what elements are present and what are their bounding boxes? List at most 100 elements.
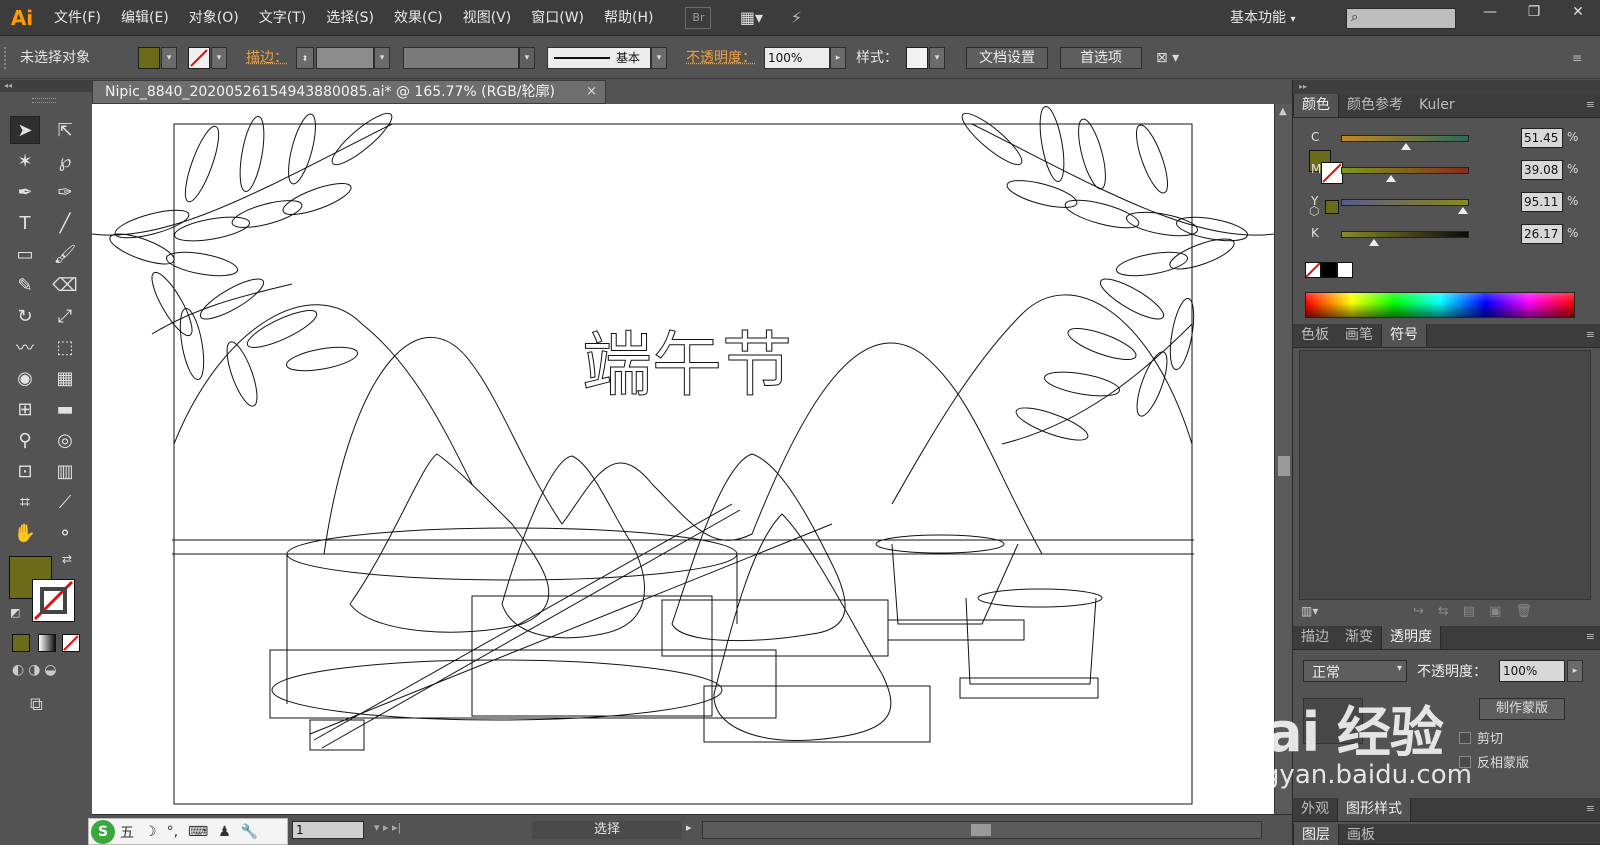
- free-transform-tool-icon[interactable]: ⬚: [50, 333, 80, 361]
- lasso-tool-icon[interactable]: ℘: [50, 147, 80, 175]
- rotate-tool-icon[interactable]: ↻: [10, 302, 40, 330]
- workspace-switcher[interactable]: 基本功能 ▾: [1230, 0, 1295, 36]
- column-graph-tool-icon[interactable]: ▥: [50, 457, 80, 485]
- yellow-slider[interactable]: Y 95.11 %: [1311, 192, 1596, 214]
- minimize-button[interactable]: —: [1468, 0, 1512, 24]
- variable-width-profile[interactable]: [403, 47, 519, 69]
- direct-selection-tool-icon[interactable]: ⇱: [50, 116, 80, 144]
- screen-mode-icon[interactable]: ⧉: [30, 694, 43, 715]
- stroke-weight-input[interactable]: [316, 47, 374, 69]
- tab-artboards[interactable]: 画板: [1339, 824, 1383, 845]
- panel-opacity-input[interactable]: 100%: [1499, 660, 1565, 682]
- ime-toolbar[interactable]: S 五 ☽ °, ⌨ ♟ 🔧: [88, 818, 288, 845]
- menu-type[interactable]: 文字(T): [249, 0, 316, 36]
- draw-mode-icons[interactable]: ◐◑◒: [12, 662, 61, 678]
- magenta-value[interactable]: 39.08: [1521, 160, 1563, 180]
- close-button[interactable]: ✕: [1556, 0, 1600, 24]
- symbols-panel-menu-icon[interactable]: ≡: [1586, 328, 1595, 341]
- make-mask-button[interactable]: 制作蒙版: [1479, 698, 1565, 720]
- ime-tools-icon[interactable]: 🔧: [236, 824, 263, 840]
- tab-brushes[interactable]: 画笔: [1337, 324, 1381, 347]
- magenta-knob[interactable]: [1385, 175, 1396, 182]
- status-arrow-icon[interactable]: ▸: [686, 821, 692, 834]
- color-mode-button[interactable]: [12, 634, 30, 652]
- warp-tool-icon[interactable]: 〰: [10, 333, 40, 361]
- opacity-input[interactable]: 100%: [764, 47, 830, 69]
- stroke-swatch[interactable]: [188, 47, 210, 69]
- yellow-knob[interactable]: [1457, 207, 1468, 214]
- document-setup-button[interactable]: 文档设置: [966, 47, 1048, 69]
- selection-tool-icon[interactable]: ➤: [10, 116, 40, 144]
- type-tool-icon[interactable]: T: [10, 209, 40, 237]
- ime-punctuation-icon[interactable]: °,: [162, 824, 183, 840]
- status-text[interactable]: 选择: [532, 821, 682, 839]
- opacity-label[interactable]: 不透明度：: [686, 47, 756, 69]
- artboard-navigation-input[interactable]: 1: [292, 821, 364, 839]
- none-mode-button[interactable]: [62, 634, 80, 652]
- transparency-panel-menu-icon[interactable]: ≡: [1586, 630, 1595, 643]
- appearance-panel-menu-icon[interactable]: ≡: [1586, 802, 1595, 815]
- preferences-button[interactable]: 首选项: [1060, 47, 1142, 69]
- ime-mode[interactable]: 五: [115, 822, 139, 842]
- color-spectrum[interactable]: [1305, 292, 1575, 318]
- perspective-grid-tool-icon[interactable]: ▦: [50, 364, 80, 392]
- stroke-weight-stepper[interactable]: ⬍: [296, 47, 314, 69]
- tab-symbols[interactable]: 符号: [1381, 324, 1427, 347]
- menu-edit[interactable]: 编辑(E): [111, 0, 179, 36]
- menu-select[interactable]: 选择(S): [316, 0, 384, 36]
- magenta-track[interactable]: [1341, 167, 1469, 174]
- black-track[interactable]: [1341, 231, 1469, 238]
- document-tab[interactable]: Nipic_8840_20200526154943880085.ai* @ 16…: [92, 80, 606, 104]
- cyan-knob[interactable]: [1401, 143, 1412, 150]
- curvature-tool-icon[interactable]: ✑: [50, 178, 80, 206]
- tab-graphic-styles[interactable]: 图形样式: [1337, 798, 1411, 821]
- ime-moon-icon[interactable]: ☽: [139, 824, 162, 840]
- menu-object[interactable]: 对象(O): [179, 0, 249, 36]
- magic-wand-tool-icon[interactable]: ✶: [10, 147, 40, 175]
- symbol-libraries-icon[interactable]: ▥▾: [1301, 604, 1318, 618]
- opacity-dropdown[interactable]: ▸: [830, 47, 846, 69]
- vertical-scrollbar[interactable]: ▲: [1274, 104, 1292, 814]
- gradient-tool-icon[interactable]: ▬: [50, 395, 80, 423]
- ime-logo[interactable]: S: [91, 819, 115, 844]
- tab-color[interactable]: 颜色: [1293, 94, 1339, 117]
- menu-window[interactable]: 窗口(W): [521, 0, 594, 36]
- maximize-button[interactable]: ❐: [1512, 0, 1556, 24]
- fill-dropdown[interactable]: ▾: [161, 47, 177, 69]
- invert-mask-checkbox[interactable]: [1459, 756, 1471, 768]
- black-value[interactable]: 26.17: [1521, 224, 1563, 244]
- graphic-style-dropdown[interactable]: ▾: [929, 47, 945, 69]
- canvas[interactable]: 端午节: [92, 104, 1274, 814]
- stroke-weight-dropdown[interactable]: ▾: [374, 47, 390, 69]
- black-slider[interactable]: K 26.17 %: [1311, 224, 1596, 246]
- horizontal-scroll-thumb[interactable]: [971, 824, 991, 836]
- shape-builder-tool-icon[interactable]: ◉: [10, 364, 40, 392]
- yellow-value[interactable]: 95.11: [1521, 192, 1563, 212]
- scale-tool-icon[interactable]: ⤢: [50, 302, 80, 330]
- brush-dropdown[interactable]: ▾: [651, 47, 667, 69]
- white-color-swatch[interactable]: [1337, 262, 1353, 278]
- brush-definition[interactable]: 基本: [547, 47, 651, 69]
- mesh-tool-icon[interactable]: ⊞: [10, 395, 40, 423]
- menu-file[interactable]: 文件(F): [44, 0, 111, 36]
- symbol-sprayer-tool-icon[interactable]: ⊡: [10, 457, 40, 485]
- blend-tool-icon[interactable]: ◎: [50, 426, 80, 454]
- slice-tool-icon[interactable]: ⟋: [50, 488, 80, 516]
- magenta-slider[interactable]: M 39.08 %: [1311, 160, 1596, 182]
- artboard-nav-arrows[interactable]: ▾ ▸ ▸|: [374, 821, 401, 834]
- profile-dropdown[interactable]: ▾: [519, 47, 535, 69]
- ime-keyboard-icon[interactable]: ⌨: [183, 824, 213, 840]
- pencil-tool-icon[interactable]: ✎: [10, 271, 40, 299]
- symbol-actions-icons[interactable]: ↪⇆▤▣🗑: [1413, 604, 1546, 619]
- scroll-up-icon[interactable]: ▲: [1279, 106, 1287, 117]
- help-search-input[interactable]: ⌕: [1346, 8, 1456, 29]
- panels-header[interactable]: ▸▸: [1293, 80, 1600, 94]
- ime-skin-icon[interactable]: ♟: [213, 824, 236, 840]
- tab-color-guide[interactable]: 颜色参考: [1339, 94, 1411, 117]
- paintbrush-tool-icon[interactable]: 🖌: [50, 240, 80, 268]
- panel-menu-icon[interactable]: ≡: [1586, 98, 1595, 111]
- cyan-slider[interactable]: C 51.45 %: [1311, 128, 1596, 150]
- eraser-tool-icon[interactable]: ⌫: [50, 271, 80, 299]
- bridge-button[interactable]: Br: [685, 6, 712, 29]
- clip-checkbox[interactable]: [1459, 732, 1471, 744]
